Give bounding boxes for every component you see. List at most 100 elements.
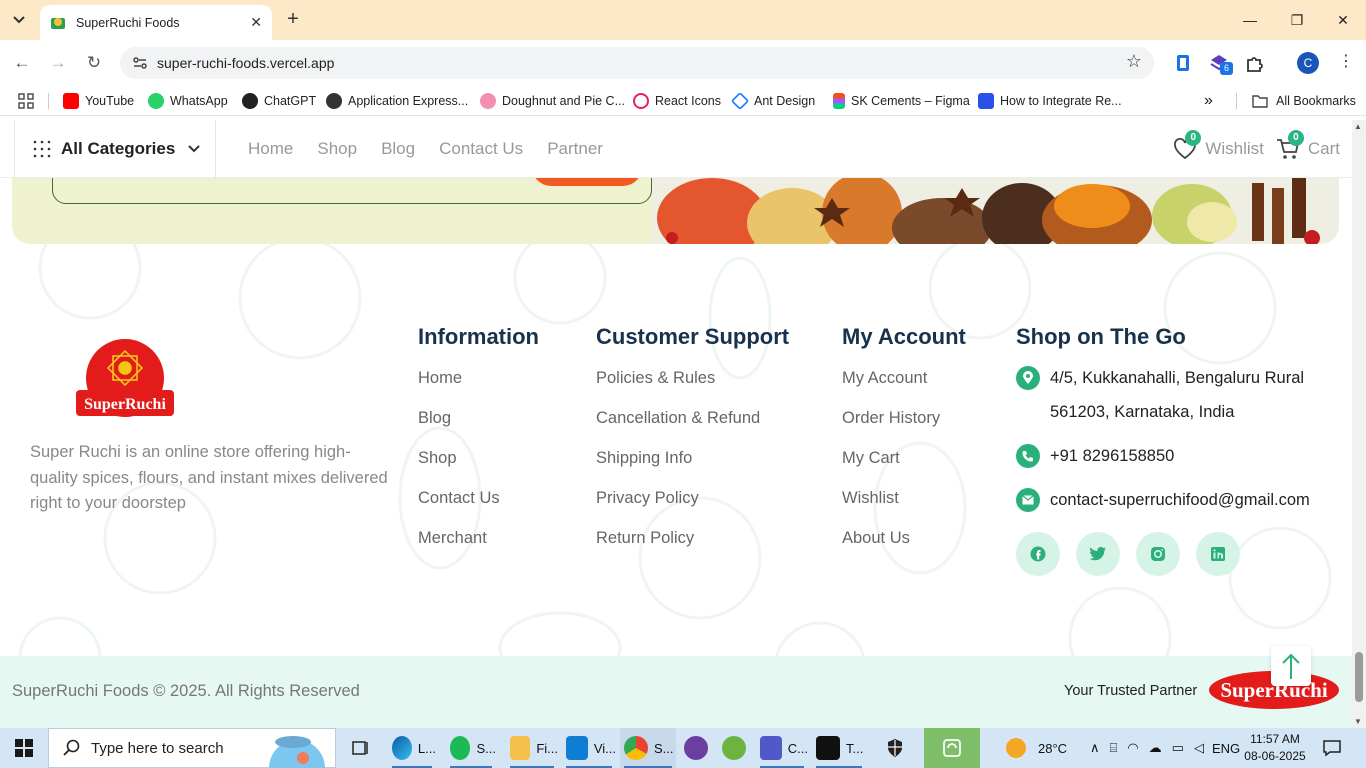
- instagram-icon[interactable]: [1136, 532, 1180, 576]
- taskbar-app-github[interactable]: [680, 728, 712, 768]
- scroll-down-arrow-icon[interactable]: ▼: [1354, 717, 1362, 726]
- profile-avatar[interactable]: C: [1297, 52, 1319, 74]
- scroll-to-top-button[interactable]: [1271, 646, 1311, 686]
- bookmark-whatsapp[interactable]: WhatsApp: [148, 91, 228, 111]
- footer-link-privacy-policy[interactable]: Privacy Policy: [596, 488, 789, 528]
- back-icon[interactable]: ←: [10, 51, 34, 75]
- restore-icon[interactable]: ❐: [1283, 6, 1311, 34]
- wishlist-link[interactable]: 0 Wishlist: [1173, 130, 1264, 160]
- weather-widget[interactable]: 28°C: [1006, 728, 1067, 768]
- task-view-icon[interactable]: [344, 728, 378, 768]
- whatsapp-icon: [148, 93, 164, 109]
- taskbar-app-vscode[interactable]: Vi...: [562, 728, 616, 768]
- footer-link-policies-rules[interactable]: Policies & Rules: [596, 368, 789, 408]
- contact-address: 4/5, Kukkanahalli, Bengaluru Rural 56120…: [1016, 366, 1304, 429]
- new-tab-icon[interactable]: +: [282, 8, 304, 32]
- all-bookmarks[interactable]: All Bookmarks: [1252, 91, 1356, 111]
- clock-date: 08-06-2025: [1244, 749, 1306, 763]
- taskbar-app-edge[interactable]: L...: [388, 728, 436, 768]
- taskbar-app-spotify[interactable]: S...: [446, 728, 496, 768]
- tray-chevron-up-icon[interactable]: ∧: [1090, 740, 1100, 756]
- battery-icon[interactable]: ▭: [1172, 740, 1184, 756]
- site-info-icon[interactable]: [132, 55, 148, 71]
- taskbar-app-chrome[interactable]: S...: [620, 728, 676, 768]
- extensions-puzzle-icon[interactable]: [1244, 52, 1266, 74]
- bookmark-sk-cements-figma[interactable]: SK Cements – Figma: [833, 91, 970, 111]
- close-window-icon[interactable]: ✕: [1329, 6, 1357, 34]
- minimize-icon[interactable]: —: [1236, 6, 1264, 34]
- bookmark-application-express[interactable]: Application Express...: [326, 91, 468, 111]
- taskbar-sync-app[interactable]: [924, 728, 980, 768]
- categories-grid-icon: [33, 140, 51, 158]
- nav-contact-us[interactable]: Contact Us: [439, 139, 523, 159]
- footer-link-return-policy[interactable]: Return Policy: [596, 528, 789, 568]
- footer-link-my-cart[interactable]: My Cart: [842, 448, 966, 488]
- footer-link-shipping-info[interactable]: Shipping Info: [596, 448, 789, 488]
- more-bookmarks-icon[interactable]: »: [1204, 91, 1213, 111]
- apps-grid-icon[interactable]: [18, 93, 34, 109]
- network-icon[interactable]: ◠: [1127, 740, 1138, 756]
- onedrive-cloud-icon[interactable]: ☁: [1149, 740, 1162, 756]
- cart-link[interactable]: 0 Cart: [1276, 130, 1340, 160]
- nav-blog[interactable]: Blog: [381, 139, 415, 159]
- bookmark-ant-design[interactable]: Ant Design: [730, 91, 815, 111]
- taskbar-app-tlauncher[interactable]: T...: [812, 728, 866, 768]
- nav-partner[interactable]: Partner: [547, 139, 603, 159]
- language-indicator[interactable]: ENG: [1212, 728, 1240, 768]
- address-bar[interactable]: super-ruchi-foods.vercel.app ☆: [120, 47, 1154, 79]
- footer-link-home[interactable]: Home: [418, 368, 539, 408]
- edge-icon: [392, 736, 412, 760]
- tab-close-icon[interactable]: ✕: [250, 14, 262, 31]
- newsletter-subscribe-button[interactable]: [532, 178, 642, 186]
- reload-icon[interactable]: ↻: [82, 51, 106, 75]
- my-account-heading: My Account: [842, 324, 966, 349]
- bookmark-react-icons[interactable]: React Icons: [633, 91, 721, 111]
- twitter-icon[interactable]: [1076, 532, 1120, 576]
- chevron-down-icon: [188, 145, 201, 153]
- contact-phone[interactable]: +91 8296158850: [1016, 444, 1174, 473]
- bookmark-youtube[interactable]: YouTube: [63, 91, 134, 111]
- nav-shop[interactable]: Shop: [317, 139, 357, 159]
- volume-icon[interactable]: ◁: [1194, 740, 1204, 756]
- taskbar-app-spring[interactable]: [718, 728, 750, 768]
- taskbar-security-icon[interactable]: [880, 728, 910, 768]
- footer-link-blog[interactable]: Blog: [418, 408, 539, 448]
- footer-link-about-us[interactable]: About Us: [842, 528, 966, 568]
- header-actions: 0 Wishlist 0 Cart: [1173, 120, 1352, 178]
- tab-search-chevron-icon[interactable]: [6, 8, 32, 32]
- footer-link-merchant[interactable]: Merchant: [418, 528, 539, 568]
- bookmark-star-icon[interactable]: ☆: [1126, 51, 1142, 72]
- notifications-icon[interactable]: [1322, 728, 1342, 768]
- scroll-up-arrow-icon[interactable]: ▲: [1354, 122, 1362, 131]
- scrollbar-thumb[interactable]: [1355, 652, 1363, 702]
- footer-link-contact-us[interactable]: Contact Us: [418, 488, 539, 528]
- contact-email[interactable]: contact-superruchifood@gmail.com: [1016, 488, 1310, 517]
- page-scrollbar[interactable]: ▲ ▼: [1352, 120, 1366, 728]
- facebook-icon[interactable]: [1016, 532, 1060, 576]
- browser-menu-icon[interactable]: ⋮: [1338, 51, 1354, 71]
- bookmark-how-to-integrate[interactable]: How to Integrate Re...: [978, 91, 1122, 111]
- footer-link-shop[interactable]: Shop: [418, 448, 539, 488]
- superruchi-logo[interactable]: SuperRuchi: [76, 338, 174, 418]
- tray-camera-icon[interactable]: ⌸: [1110, 740, 1118, 756]
- taskbar-app-teams[interactable]: C...: [756, 728, 808, 768]
- taskbar-clock[interactable]: 11:57 AM 08-06-2025: [1242, 731, 1308, 765]
- extension-doc-icon[interactable]: [1172, 52, 1194, 74]
- footer-link-my-account[interactable]: My Account: [842, 368, 966, 408]
- footer-link-wishlist[interactable]: Wishlist: [842, 488, 966, 528]
- linkedin-icon[interactable]: [1196, 532, 1240, 576]
- forward-icon[interactable]: →: [46, 51, 70, 75]
- windows-start-button[interactable]: [0, 728, 48, 768]
- taskbar-app-file-explorer[interactable]: Fi...: [506, 728, 558, 768]
- bookmark-chatgpt[interactable]: ChatGPT: [242, 91, 316, 111]
- extension-badge-icon[interactable]: 6: [1208, 52, 1233, 75]
- footer-link-order-history[interactable]: Order History: [842, 408, 966, 448]
- bookmark-doughnut-pie[interactable]: Doughnut and Pie C...: [480, 91, 625, 111]
- all-categories-dropdown[interactable]: All Categories: [14, 120, 216, 178]
- browser-tab[interactable]: SuperRuchi Foods ✕: [40, 5, 272, 40]
- footer-link-cancellation-refund[interactable]: Cancellation & Refund: [596, 408, 789, 448]
- nav-home[interactable]: Home: [248, 139, 293, 159]
- address-line-1: 4/5, Kukkanahalli, Bengaluru Rural: [1050, 369, 1305, 387]
- location-pin-icon: [1016, 366, 1040, 390]
- taskbar-search-box[interactable]: Type here to search: [48, 728, 336, 768]
